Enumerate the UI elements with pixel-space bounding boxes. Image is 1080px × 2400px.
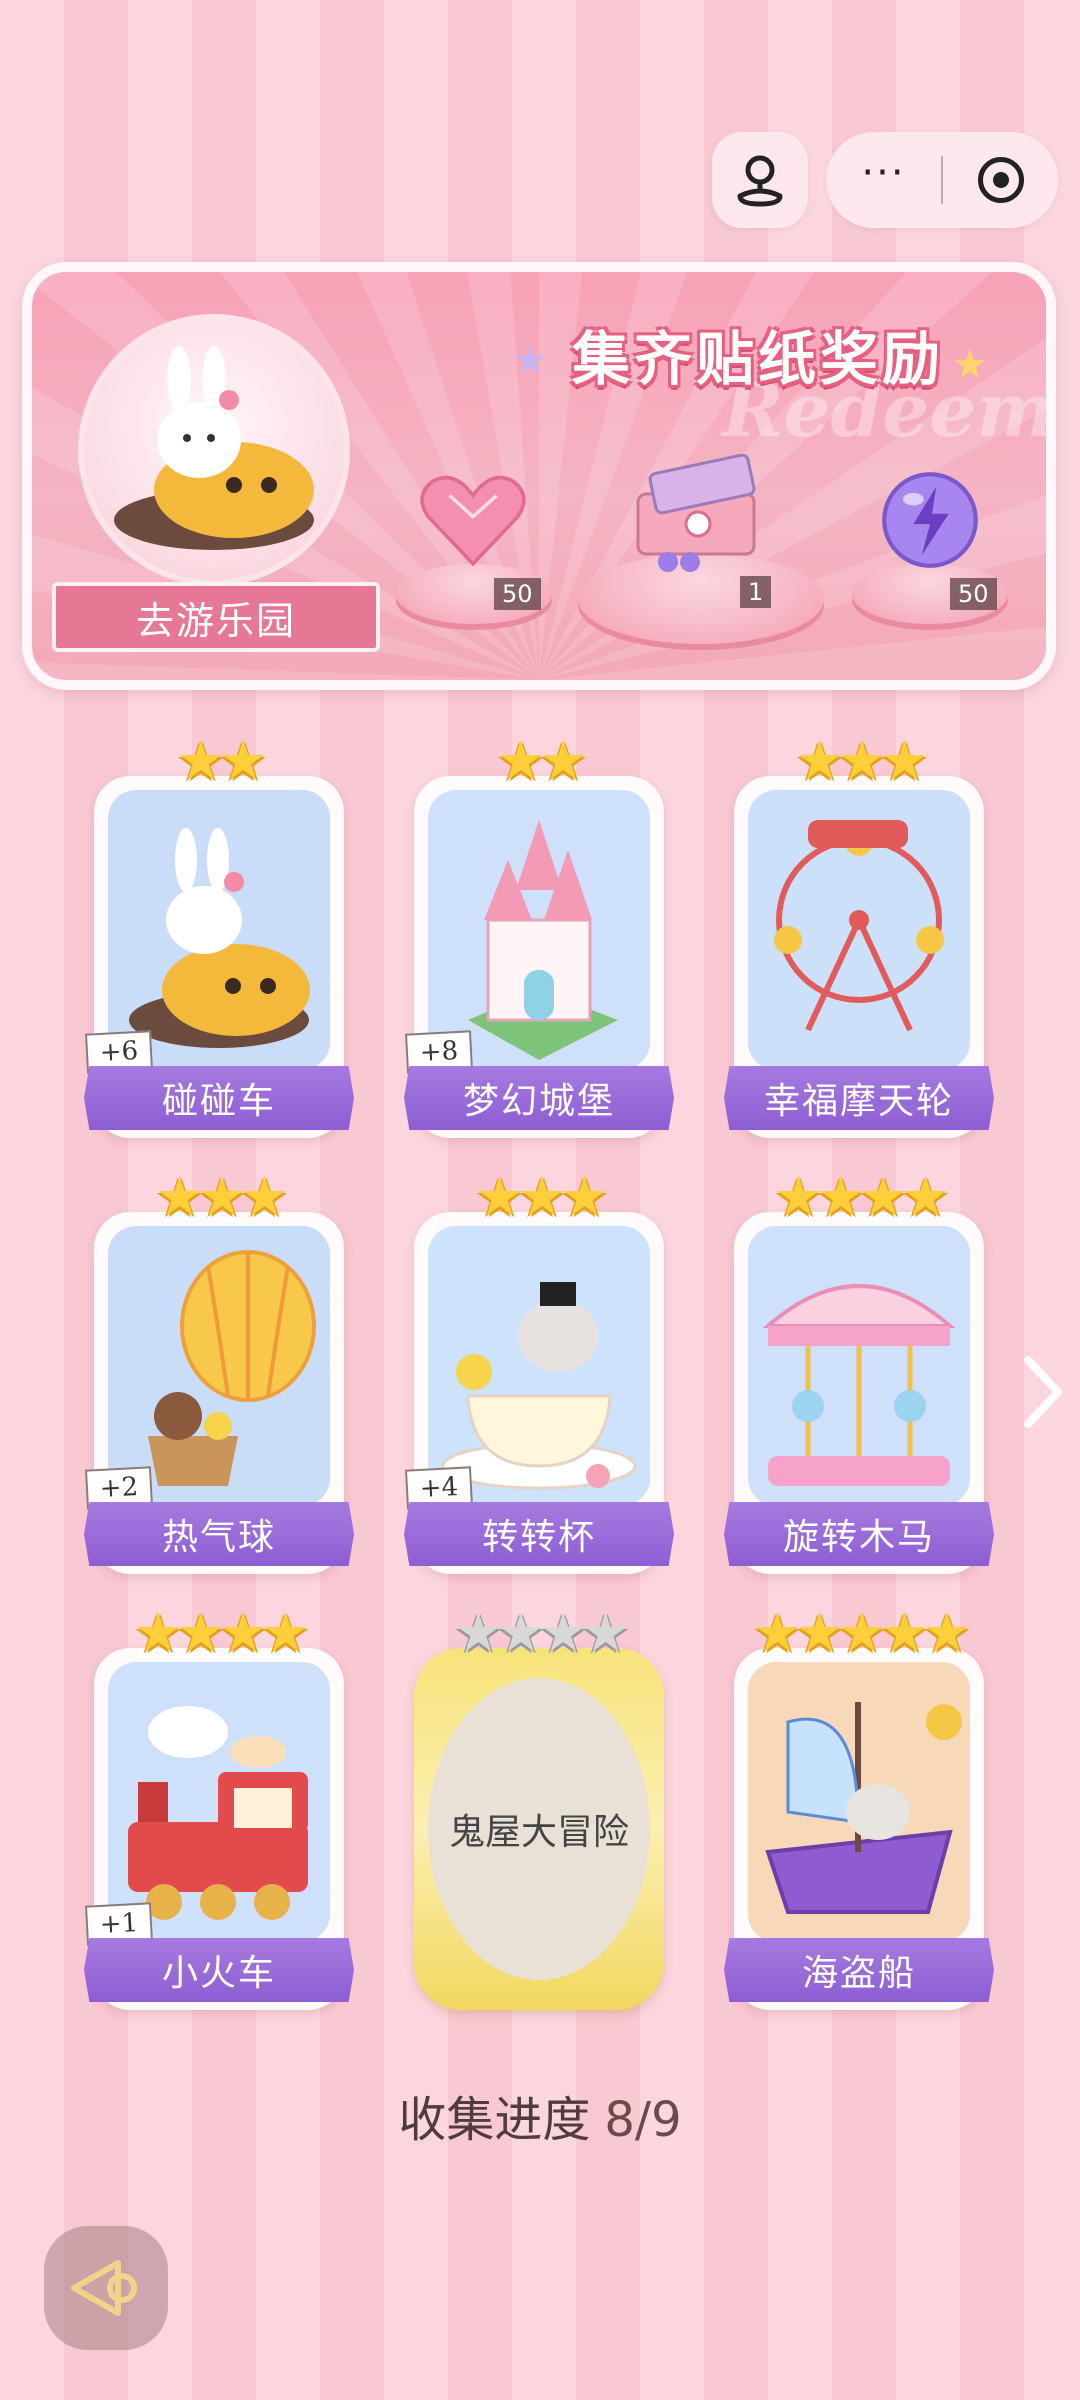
sticker-card-castle[interactable]: ★★ +8 梦幻城堡 [404,734,674,1138]
sticker-reward-banner: Redeem ★ ★ 集齐贴纸奖励 去游乐园 50 1 50 [22,262,1056,690]
star-filled-icon: ★ [176,1601,225,1664]
star-filled-icon: ★ [475,1165,523,1228]
star-filled-icon: ★ [880,729,928,792]
more-dots-icon: ··· [861,150,906,196]
star-filled-icon: ★ [240,1165,288,1228]
star-filled-icon: ★ [176,729,225,792]
star-filled-icon: ★ [517,1165,566,1228]
star-icon: ★ [512,338,548,384]
star-filled-icon: ★ [880,1601,928,1664]
back-arrow-icon [71,2260,137,2316]
progress-label: 收集进度 [398,2092,591,2148]
star-filled-icon: ★ [219,1601,267,1664]
star-filled-icon: ★ [837,729,886,792]
star-filled-icon: ★ [922,1601,971,1664]
sticker-card-hot-air-balloon[interactable]: ★★★ +2 热气球 [84,1170,354,1574]
sticker-card-train[interactable]: ★★★★ +1 小火车 [84,1606,354,2010]
star-rating: ★★★★ [414,1606,664,1660]
sticker-name-ribbon: 海盗船 [724,1938,994,2002]
go-to-park-button[interactable]: 去游乐园 [52,582,380,652]
sticker-name-ribbon: 旋转木马 [724,1502,994,1566]
banner-title: 集齐贴纸奖励 [572,325,945,393]
sticker-card-ferris-wheel[interactable]: ★★★ 幸福摩天轮 [724,734,994,1138]
castle-image [428,790,650,1070]
star-rating: ★★ [94,734,344,788]
star-filled-icon: ★ [752,1601,801,1664]
lightning-orb-icon [882,472,978,568]
reward-count: 50 [950,578,997,610]
train-image [108,1662,330,1942]
game-controller-icon [737,155,783,207]
sticker-name-ribbon: 转转杯 [404,1502,674,1566]
mini-program-capsule: ··· [826,132,1058,228]
gift-box-icon [636,454,756,572]
star-rating: ★★★★ [734,1170,984,1224]
close-mini-program-button[interactable] [943,132,1058,228]
more-button[interactable]: ··· [826,132,941,228]
star-empty-icon: ★ [539,1601,587,1664]
star-rating: ★★★★ [94,1606,344,1660]
star-rating: ★★ [414,734,664,788]
sticker-card-locked[interactable]: ★★★★ 鬼屋大冒险 [414,1606,664,2010]
star-rating: ★★★ [734,734,984,788]
star-filled-icon: ★ [795,729,843,792]
sticker-name-ribbon: 碰碰车 [84,1066,354,1130]
back-button[interactable] [44,2226,168,2350]
reward-count: 50 [494,578,541,610]
star-filled-icon: ★ [134,1601,182,1664]
bumper-car-hero-image [78,314,350,586]
star-empty-icon: ★ [581,1601,629,1664]
star-filled-icon: ★ [816,1165,865,1228]
star-filled-icon: ★ [496,729,545,792]
star-rating: ★★★ [94,1170,344,1224]
star-rating: ★★★ [414,1170,664,1224]
star-empty-icon: ★ [454,1601,502,1664]
star-filled-icon: ★ [901,1165,949,1228]
locked-sticker-label: 鬼屋大冒险 [428,1678,650,1980]
star-filled-icon: ★ [261,1601,309,1664]
target-close-icon [977,157,1024,203]
star-rating: ★★★★★ [734,1606,984,1660]
star-filled-icon: ★ [219,729,267,792]
star-filled-icon: ★ [155,1165,203,1228]
star-empty-icon: ★ [496,1601,545,1664]
bunny-bumper-car-icon [114,346,314,550]
progress-value: 8/9 [604,2092,682,2148]
sticker-card-teacup[interactable]: ★★★ +4 转转杯 [404,1170,674,1574]
chevron-right-icon[interactable] [1018,1352,1068,1432]
star-filled-icon: ★ [560,1165,608,1228]
pirate-ship-image [748,1662,970,1942]
sticker-name-ribbon: 梦幻城堡 [404,1066,674,1130]
game-center-button[interactable] [712,132,808,228]
star-icon: ★ [952,342,988,388]
sticker-card-pirate-ship[interactable]: ★★★★★ 海盗船 [724,1606,994,2010]
heart-gem-icon [420,475,526,567]
carousel-image [748,1226,970,1506]
teacup-image [428,1226,650,1506]
bumper-car-image [108,790,330,1070]
collection-progress: 收集进度 8/9 [0,2080,1080,2150]
sticker-card-carousel[interactable]: ★★★★ 旋转木马 [724,1170,994,1574]
star-filled-icon: ★ [859,1165,907,1228]
sticker-name-ribbon: 热气球 [84,1502,354,1566]
star-filled-icon: ★ [837,1601,886,1664]
sticker-name-ribbon: 小火车 [84,1938,354,2002]
star-filled-icon: ★ [774,1165,822,1228]
sticker-name-ribbon: 幸福摩天轮 [724,1066,994,1130]
hot-air-balloon-image [108,1226,330,1506]
star-filled-icon: ★ [197,1165,246,1228]
star-filled-icon: ★ [539,729,587,792]
ferris-wheel-image [748,790,970,1070]
sticker-card-bumper-car[interactable]: ★★ +6 碰碰车 [84,734,354,1138]
star-filled-icon: ★ [795,1601,843,1664]
reward-count: 1 [740,576,772,608]
